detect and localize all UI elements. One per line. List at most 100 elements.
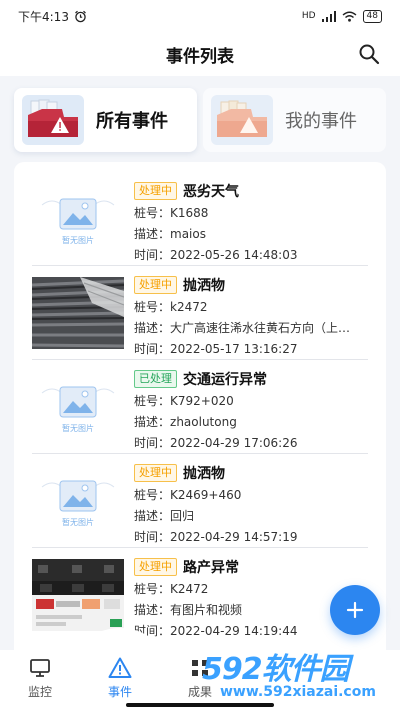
- signal-icon: [321, 10, 336, 22]
- desc-value: 回归: [170, 509, 195, 523]
- app-header: 事件列表: [0, 32, 400, 76]
- event-time: 时间：2022-04-29 17:06:26: [134, 434, 368, 452]
- event-time: 时间：2022-04-29 14:19:44: [134, 622, 368, 640]
- event-list-item[interactable]: 处理中 抛洒物 桩号：k2472 描述：大广高速往浠水往黄石方向（上… 时间：2…: [32, 268, 368, 360]
- event-pile: 桩号：K2469+460: [134, 486, 368, 504]
- add-event-button[interactable]: [330, 585, 380, 635]
- status-time: 下午4:13: [18, 9, 69, 24]
- event-title: 抛洒物: [183, 466, 225, 482]
- ceiling-photo: [32, 277, 124, 349]
- time-value: 2022-05-26 14:48:03: [170, 248, 298, 262]
- status-badge: 处理中: [134, 464, 177, 482]
- time-value: 2022-05-17 13:16:27: [170, 342, 298, 356]
- tab-my-events[interactable]: 我的事件: [203, 88, 386, 152]
- event-info: 处理中 恶劣天气 桩号：K1688 描述：maios 时间：2022-05-26…: [134, 181, 368, 264]
- event-time: 时间：2022-05-17 13:16:27: [134, 340, 368, 358]
- event-list-item[interactable]: 暂无图片 已处理 交通运行异常 桩号：K792+020 描述：zhaoluton…: [32, 362, 368, 454]
- desc-label: 描述：: [134, 227, 171, 241]
- event-description: 描述：大广高速往浠水往黄石方向（上…: [134, 319, 368, 337]
- event-thumbnail: 暂无图片: [32, 183, 124, 255]
- time-label: 时间：: [134, 530, 171, 544]
- folder-warning-icon: [211, 95, 273, 145]
- event-info: 处理中 抛洒物 桩号：K2469+460 描述：回归 时间：2022-04-29…: [134, 463, 368, 546]
- event-title-row: 处理中 恶劣天气: [134, 181, 368, 201]
- event-list-item[interactable]: 暂无图片 处理中 恶劣天气 桩号：K1688 描述：maios 时间：2022-…: [32, 174, 368, 266]
- placeholder-text: 暂无图片: [62, 423, 94, 433]
- time-label: 时间：: [134, 436, 171, 450]
- tab-all-events-label: 所有事件: [96, 111, 168, 132]
- status-left: 下午4:13: [18, 8, 87, 25]
- image-placeholder-icon: 暂无图片: [32, 371, 124, 443]
- alarm-icon: [75, 10, 86, 22]
- pile-value: K792+020: [170, 394, 234, 408]
- event-pile: 桩号：K792+020: [134, 392, 368, 410]
- desc-label: 描述：: [134, 321, 171, 335]
- nav-item-monitor[interactable]: 监控: [8, 656, 72, 706]
- event-thumbnail: [32, 559, 124, 631]
- time-value: 2022-04-29 17:06:26: [170, 436, 298, 450]
- plus-icon: [346, 601, 364, 619]
- status-right: HD 48: [301, 9, 382, 23]
- pile-value: K2469+460: [170, 488, 242, 502]
- desc-value: 有图片和视频: [170, 603, 243, 617]
- event-title: 抛洒物: [183, 278, 225, 294]
- tab-all-events[interactable]: 所有事件: [14, 88, 197, 152]
- event-title-row: 已处理 交通运行异常: [134, 369, 368, 389]
- event-list-item[interactable]: 处理中 路产异常 桩号：K2472 描述：有图片和视频 时间：2022-04-2…: [32, 550, 368, 642]
- event-title-row: 处理中 抛洒物: [134, 463, 368, 483]
- event-title: 交通运行异常: [183, 372, 267, 388]
- event-description: 描述：zhaolutong: [134, 413, 368, 431]
- tab-my-events-label: 我的事件: [285, 111, 357, 132]
- pile-value: K2472: [170, 582, 209, 596]
- event-thumbnail: 暂无图片: [32, 465, 124, 537]
- event-title-row: 处理中 路产异常: [134, 557, 368, 577]
- pile-label: 桩号：: [134, 488, 171, 502]
- status-badge: 处理中: [134, 276, 177, 294]
- event-list-item[interactable]: 暂无图片 处理中 抛洒物 桩号：K2469+460 描述：回归 时间：2022-…: [32, 456, 368, 548]
- placeholder-text: 暂无图片: [62, 517, 94, 527]
- placeholder-text: 暂无图片: [62, 235, 94, 245]
- event-filter-tabs: 所有事件 我的事件: [0, 76, 400, 162]
- desc-value: maios: [170, 227, 206, 241]
- wifi-icon: [342, 11, 356, 22]
- event-time: 时间：2022-05-26 14:48:03: [134, 246, 368, 264]
- nav-item-events[interactable]: 事件: [88, 656, 152, 706]
- event-thumbnail: [32, 277, 124, 349]
- image-placeholder-icon: 暂无图片: [32, 465, 124, 537]
- event-description: 描述：回归: [134, 507, 368, 525]
- event-title-row: 处理中 抛洒物: [134, 275, 368, 295]
- search-icon[interactable]: [358, 43, 380, 65]
- nav-label: 监控: [27, 685, 52, 699]
- desc-label: 描述：: [134, 603, 171, 617]
- battery-indicator: 48: [362, 9, 382, 23]
- event-title: 恶劣天气: [183, 184, 239, 200]
- time-label: 时间：: [134, 248, 171, 262]
- event-pile: 桩号：K1688: [134, 204, 368, 222]
- pile-value: k2472: [170, 300, 208, 314]
- desc-label: 描述：: [134, 415, 171, 429]
- event-info: 处理中 抛洒物 桩号：k2472 描述：大广高速往浠水往黄石方向（上… 时间：2…: [134, 275, 368, 358]
- page-title: 事件列表: [166, 46, 234, 67]
- event-list: 暂无图片 处理中 恶劣天气 桩号：K1688 描述：maios 时间：2022-…: [14, 162, 386, 662]
- image-placeholder-icon: 暂无图片: [32, 183, 124, 255]
- signal-hd-label: HD: [301, 11, 316, 21]
- warning-icon: [108, 657, 132, 678]
- status-badge: 处理中: [134, 558, 177, 576]
- desc-value: zhaolutong: [170, 415, 237, 429]
- watermark-url: www.592xiazai.com: [220, 684, 376, 700]
- nav-label: 事件: [107, 685, 132, 699]
- event-info: 已处理 交通运行异常 桩号：K792+020 描述：zhaolutong 时间：…: [134, 369, 368, 452]
- watermark-brand: 592软件园: [202, 652, 350, 687]
- status-badge: 处理中: [134, 182, 177, 200]
- time-label: 时间：: [134, 342, 171, 356]
- event-thumbnail: 暂无图片: [32, 371, 124, 443]
- time-value: 2022-04-29 14:57:19: [170, 530, 298, 544]
- app-screenshot-photo: [32, 559, 124, 631]
- pile-label: 桩号：: [134, 394, 171, 408]
- event-pile: 桩号：k2472: [134, 298, 368, 316]
- time-value: 2022-04-29 14:19:44: [170, 624, 298, 638]
- event-title: 路产异常: [183, 560, 239, 576]
- monitor-icon: [30, 659, 50, 677]
- pile-label: 桩号：: [134, 206, 171, 220]
- event-pile: 桩号：K2472: [134, 580, 368, 598]
